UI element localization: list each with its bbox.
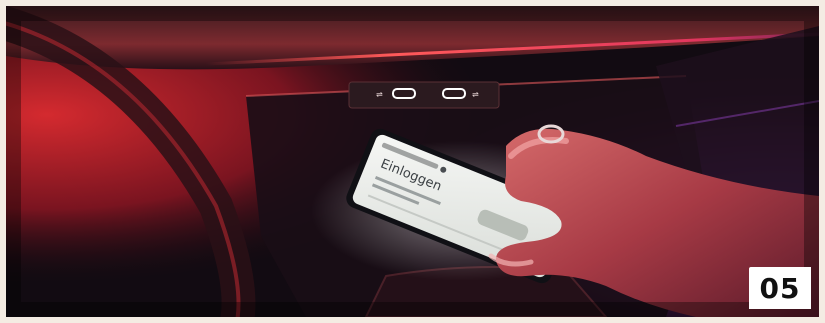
step-number-badge: 05 bbox=[749, 267, 811, 309]
step-number: 05 bbox=[759, 271, 801, 305]
car-interior-photo: ⇌ ⇌ Einloggen bbox=[6, 6, 819, 317]
usb-symbol-right-icon: ⇌ bbox=[472, 90, 479, 99]
photo-frame: ⇌ ⇌ Einloggen 05 bbox=[6, 6, 819, 317]
usb-symbol-left-icon: ⇌ bbox=[376, 90, 383, 99]
